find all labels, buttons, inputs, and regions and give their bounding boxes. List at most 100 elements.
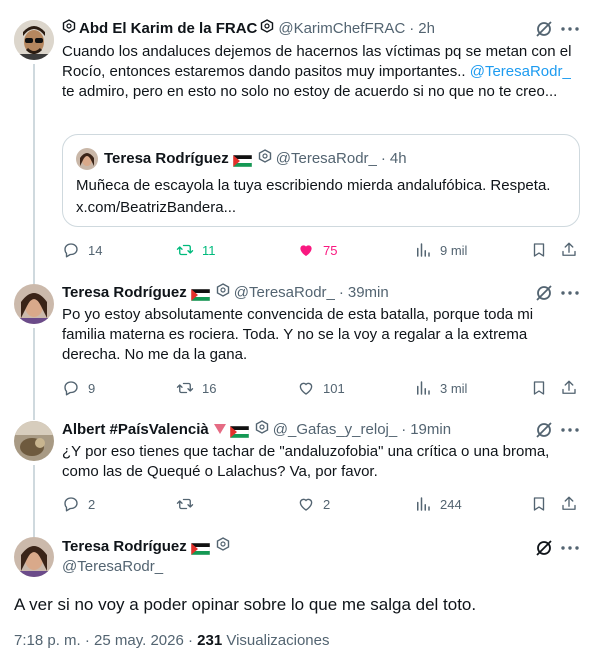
tweet-actions: 14 11 75 9 mil: [62, 238, 580, 262]
like-count: 101: [323, 380, 345, 396]
views-label: Visualizaciones: [222, 632, 330, 649]
more-options-icon[interactable]: [560, 283, 580, 303]
author-name[interactable]: Albert #PaísValencià: [62, 420, 209, 440]
thread-line: [33, 64, 35, 284]
retweet-icon: [176, 498, 194, 510]
tweet-text: Cuando los andaluces dejemos de hacernos…: [62, 42, 577, 102]
views-chart-icon: [417, 381, 430, 395]
hexagon-emblem-icon: [62, 19, 76, 39]
bookmark-icon: [533, 381, 545, 395]
retweet-button[interactable]: 16: [176, 376, 216, 400]
author-handle[interactable]: @TeresaRodr_: [234, 283, 335, 303]
reply-count: 2: [88, 496, 96, 512]
like-count: 75: [323, 242, 338, 258]
more-options-icon[interactable]: [560, 19, 580, 39]
tweet-header: Teresa Rodríguez @TeresaRodr_ · 39min: [62, 283, 534, 303]
quoted-header: Teresa Rodríguez @TeresaRodr_ · 4h: [104, 149, 407, 169]
palestine-flag-icon: [190, 287, 211, 302]
views-count: 9 mil: [440, 242, 468, 258]
quoted-author-name: Teresa Rodríguez: [104, 150, 229, 167]
grok-icon[interactable]: [534, 283, 554, 303]
hexagon-emblem-icon: [258, 149, 272, 169]
tweet-header: Albert #PaísValencià @_Gafas_y_reloj_ · …: [62, 420, 534, 440]
reply-button[interactable]: 9: [62, 376, 95, 400]
views-count: 244: [440, 496, 462, 512]
quoted-avatar: [76, 148, 98, 170]
retweet-count: 16: [202, 380, 217, 396]
retweet-button[interactable]: [176, 492, 202, 516]
palestine-flag-icon: [232, 153, 253, 168]
tweet-date[interactable]: 7:18 p. m. · 25 may. 2026 ·: [14, 632, 197, 649]
share-icon: [562, 242, 576, 256]
tweet-text: Po yo estoy absolutamente convencida de …: [62, 306, 534, 363]
timestamp[interactable]: 19min: [410, 420, 451, 440]
retweet-icon: [176, 382, 194, 394]
hexagon-emblem-icon: [216, 537, 230, 557]
bookmark-button[interactable]: [530, 376, 548, 400]
separator-dot: ·: [409, 20, 415, 37]
grok-icon[interactable]: [534, 420, 554, 440]
views-button[interactable]: 244: [414, 492, 462, 516]
hexagon-emblem-icon: [216, 283, 230, 303]
avatar-teresa[interactable]: [14, 537, 54, 577]
views-button[interactable]: 3 mil: [414, 376, 467, 400]
mention-link[interactable]: @TeresaRodr_: [470, 63, 571, 80]
retweet-icon: [176, 244, 194, 256]
hexagon-emblem-icon: [255, 420, 269, 440]
like-button[interactable]: 101: [297, 376, 345, 400]
share-icon: [562, 380, 576, 394]
tweet-actions: 2 2 244: [62, 492, 580, 516]
author-name[interactable]: Abd El Karim de la FRAC: [79, 19, 257, 39]
share-icon: [562, 496, 576, 510]
tweet-meta: 7:18 p. m. · 25 may. 2026 · 231 Visualiz…: [14, 631, 329, 651]
heart-icon: [299, 382, 313, 395]
more-options-icon[interactable]: [560, 538, 580, 558]
reply-count: 14: [88, 242, 103, 258]
avatar-teresa[interactable]: [14, 284, 54, 324]
reply-icon: [64, 243, 78, 258]
like-button[interactable]: 2: [297, 492, 330, 516]
bookmark-icon: [533, 497, 545, 511]
views-chart-icon: [417, 243, 430, 257]
share-button[interactable]: [560, 376, 578, 400]
tweet-text-part: te admiro, pero en esto no solo no estoy…: [62, 83, 558, 100]
thread-line: [33, 465, 35, 537]
author-handle[interactable]: @KarimChefFRAC: [278, 19, 405, 39]
hexagon-emblem-icon: [260, 19, 274, 39]
palestine-flag-icon: [229, 424, 249, 439]
like-button[interactable]: 75: [297, 238, 337, 262]
tweet-actions: 9 16 101 3 mil: [62, 376, 580, 400]
separator-dot: ·: [380, 150, 386, 167]
views-chart-icon: [417, 497, 430, 511]
more-options-icon[interactable]: [560, 420, 580, 440]
author-handle[interactable]: @TeresaRodr_: [62, 557, 163, 577]
grok-icon[interactable]: [534, 538, 554, 558]
author-name[interactable]: Teresa Rodríguez: [62, 537, 187, 557]
separator-dot: ·: [401, 421, 407, 438]
reply-button[interactable]: 14: [62, 238, 102, 262]
tweet-text: ¿Y por eso tienes que tachar de "andaluz…: [62, 443, 550, 480]
share-button[interactable]: [560, 238, 578, 262]
views-button[interactable]: 9 mil: [414, 238, 467, 262]
main-author-row: Teresa Rodríguez: [62, 537, 230, 557]
timestamp[interactable]: 2h: [418, 19, 435, 39]
retweet-button[interactable]: 11: [176, 238, 216, 262]
avatar-karim[interactable]: [14, 20, 54, 60]
author-name[interactable]: Teresa Rodríguez: [62, 283, 187, 303]
avatar-albert[interactable]: [14, 421, 54, 461]
grok-icon[interactable]: [534, 19, 554, 39]
timestamp[interactable]: 39min: [348, 283, 389, 303]
bookmark-button[interactable]: [530, 492, 548, 516]
bookmark-icon: [533, 243, 545, 257]
quoted-text: Muñeca de escayola la tuya escribiendo m…: [76, 177, 551, 216]
quoted-tweet[interactable]: Teresa Rodríguez @TeresaRodr_ · 4h Muñec…: [62, 134, 580, 227]
reply-button[interactable]: 2: [62, 492, 95, 516]
author-handle[interactable]: @_Gafas_y_reloj_: [273, 420, 397, 440]
heart-filled-icon: [300, 245, 312, 256]
separator-dot: ·: [338, 284, 344, 301]
tweet-header: Abd El Karim de la FRAC @KarimChefFRAC ·…: [62, 19, 534, 39]
bookmark-button[interactable]: [530, 238, 548, 262]
like-count: 2: [323, 496, 331, 512]
share-button[interactable]: [560, 492, 578, 516]
retweet-count: 11: [202, 242, 216, 258]
